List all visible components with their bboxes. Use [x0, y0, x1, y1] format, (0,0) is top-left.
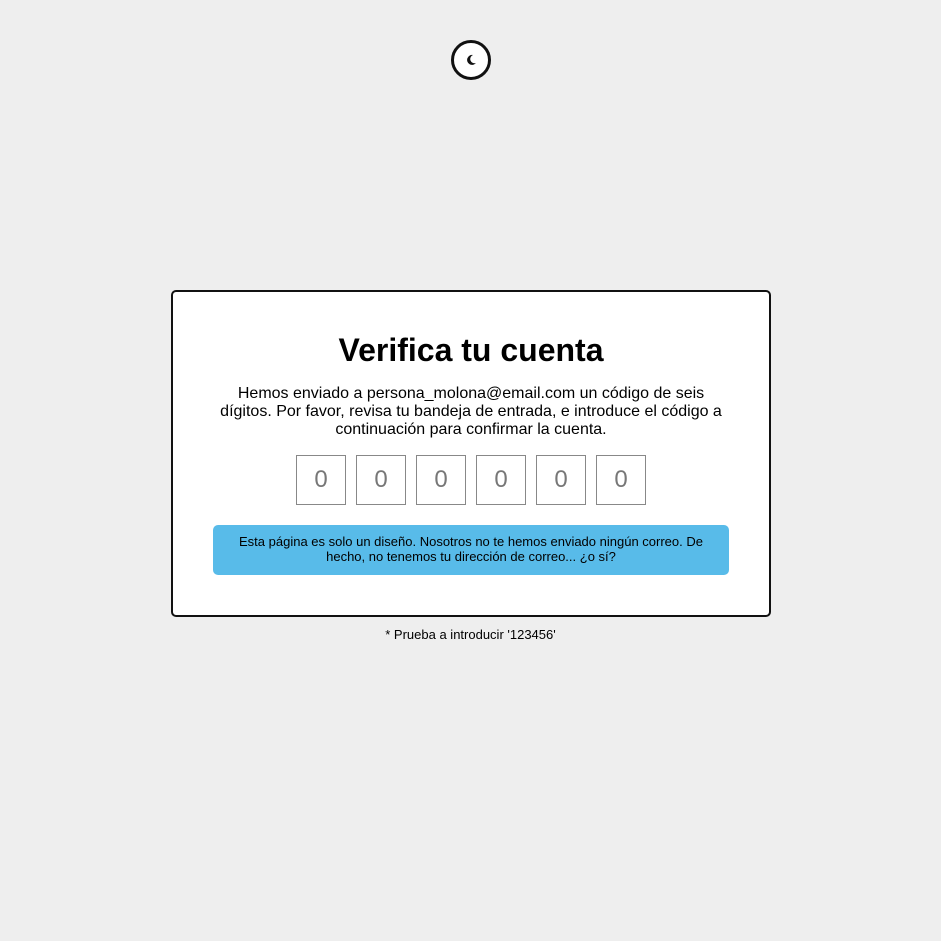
verification-message: Hemos enviado a persona_molona@email.com…	[220, 385, 722, 438]
code-digit-3[interactable]	[416, 455, 466, 505]
theme-toggle-button[interactable]	[451, 40, 491, 80]
code-input-group	[173, 455, 769, 505]
code-digit-6[interactable]	[596, 455, 646, 505]
code-digit-2[interactable]	[356, 455, 406, 505]
hint-text: * Prueba a introducir '123456'	[385, 627, 556, 642]
code-digit-1[interactable]	[296, 455, 346, 505]
code-digit-5[interactable]	[536, 455, 586, 505]
demo-notice: Esta página es solo un diseño. Nosotros …	[213, 525, 729, 575]
page-title: Verifica tu cuenta	[338, 332, 604, 368]
verification-card: Verifica tu cuenta Hemos enviado a perso…	[171, 290, 771, 617]
moon-icon	[463, 52, 479, 68]
code-digit-4[interactable]	[476, 455, 526, 505]
